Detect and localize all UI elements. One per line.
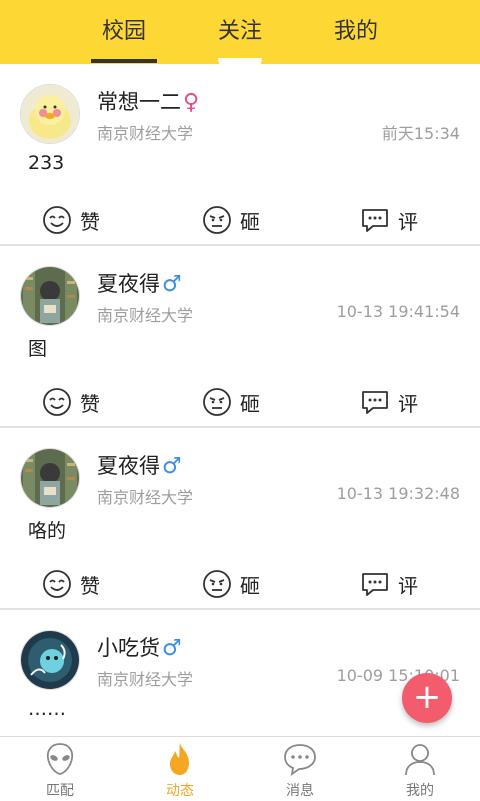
nav-messages-label: 消息: [286, 783, 314, 799]
like-button[interactable]: 赞: [42, 202, 100, 238]
username[interactable]: 小吃货♂: [97, 632, 182, 662]
tab-following[interactable]: 关注: [190, 14, 290, 64]
gender-male-icon: ♂: [162, 272, 182, 297]
post-time: 10-13 19:41:54: [336, 302, 460, 321]
flame-icon: [170, 743, 189, 775]
like-face-icon: [43, 570, 71, 598]
alien-icon: [46, 743, 74, 775]
post-content: 图: [28, 338, 48, 360]
plus-icon: +: [412, 676, 442, 717]
nav-match[interactable]: 匹配: [0, 737, 120, 801]
top-tabs: 校园 关注 我的: [0, 14, 480, 64]
tab-campus[interactable]: 校园: [74, 14, 174, 64]
annoyed-face-icon: [203, 570, 231, 598]
tab-mine[interactable]: 我的: [306, 14, 406, 64]
school-label: 南京财经大学: [97, 306, 194, 325]
smash-button[interactable]: 砸: [202, 202, 260, 238]
person-icon: [405, 744, 435, 776]
comment-label: 评: [398, 573, 418, 598]
comment-icon: [362, 573, 388, 596]
smash-button[interactable]: 砸: [202, 566, 260, 602]
chat-bubble-icon: [284, 744, 316, 776]
gender-male-icon: ♂: [162, 636, 182, 661]
post-card: 小吃货♂ 南京财经大学 10-09 15:10:01 ……: [0, 610, 480, 736]
comment-label: 评: [398, 209, 418, 234]
post-time: 前天15:34: [381, 124, 460, 143]
post-actions: 赞 砸 评: [0, 202, 480, 244]
smash-label: 砸: [240, 391, 260, 416]
comment-button[interactable]: 评: [360, 384, 418, 420]
username-text: 夏夜得: [97, 272, 160, 296]
post-content: 咯的: [28, 520, 67, 542]
like-label: 赞: [80, 573, 100, 598]
top-header: 校园 关注 我的: [0, 0, 480, 64]
nav-profile[interactable]: 我的: [360, 737, 480, 801]
avatar[interactable]: [20, 266, 80, 326]
nav-match-label: 匹配: [46, 783, 74, 799]
comment-icon: [362, 391, 388, 414]
school-label: 南京财经大学: [97, 670, 194, 689]
post-actions: 赞 砸 评: [0, 384, 480, 426]
comment-button[interactable]: 评: [360, 566, 418, 602]
post-feed[interactable]: 常想一二♀ 南京财经大学 前天15:34 233 赞 砸 评 夏夜得♂ 南京财经…: [0, 64, 480, 736]
post-content: ……: [28, 698, 66, 720]
username-text: 小吃货: [97, 636, 160, 660]
nav-messages[interactable]: 消息: [240, 737, 360, 801]
gender-female-icon: ♀: [183, 90, 200, 115]
like-button[interactable]: 赞: [42, 384, 100, 420]
annoyed-face-icon: [203, 206, 231, 234]
avatar[interactable]: [20, 630, 80, 690]
comment-label: 评: [398, 391, 418, 416]
username[interactable]: 常想一二♀: [97, 86, 199, 116]
like-face-icon: [43, 206, 71, 234]
school-label: 南京财经大学: [97, 488, 194, 507]
username[interactable]: 夏夜得♂: [97, 450, 182, 480]
nav-profile-label: 我的: [406, 783, 434, 799]
post-content: 233: [28, 152, 65, 174]
smash-label: 砸: [240, 573, 260, 598]
smash-button[interactable]: 砸: [202, 384, 260, 420]
like-face-icon: [43, 388, 71, 416]
avatar[interactable]: [20, 84, 80, 144]
nav-feed-label: 动态: [166, 783, 194, 799]
add-post-button[interactable]: +: [402, 673, 452, 723]
gender-male-icon: ♂: [162, 454, 182, 479]
like-label: 赞: [80, 391, 100, 416]
annoyed-face-icon: [203, 388, 231, 416]
like-label: 赞: [80, 209, 100, 234]
avatar[interactable]: [20, 448, 80, 508]
comment-icon: [362, 209, 388, 232]
bottom-nav: 匹配 动态 消息 我的: [0, 736, 480, 801]
comment-button[interactable]: 评: [360, 202, 418, 238]
post-card: 夏夜得♂ 南京财经大学 10-13 19:32:48 咯的 赞 砸 评: [0, 428, 480, 610]
smash-label: 砸: [240, 209, 260, 234]
username[interactable]: 夏夜得♂: [97, 268, 182, 298]
school-label: 南京财经大学: [97, 124, 194, 143]
post-actions: 赞 砸 评: [0, 566, 480, 608]
like-button[interactable]: 赞: [42, 566, 100, 602]
username-text: 夏夜得: [97, 454, 160, 478]
post-time: 10-13 19:32:48: [336, 484, 460, 503]
post-card: 夏夜得♂ 南京财经大学 10-13 19:41:54 图 赞 砸 评: [0, 246, 480, 428]
post-card: 常想一二♀ 南京财经大学 前天15:34 233 赞 砸 评: [0, 64, 480, 246]
username-text: 常想一二: [97, 90, 181, 114]
active-tab-indicator: [91, 59, 157, 63]
nav-feed[interactable]: 动态: [120, 737, 240, 801]
